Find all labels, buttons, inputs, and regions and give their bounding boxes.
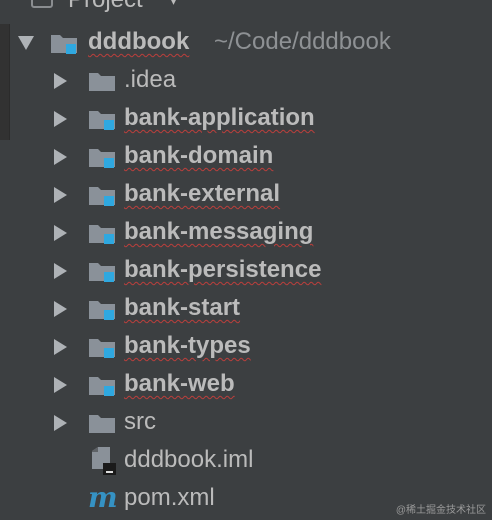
tree-item-bank-domain[interactable]: bank-domain [0, 137, 492, 175]
expanded-arrow-icon[interactable] [18, 36, 34, 50]
tree-item-bank-start[interactable]: bank-start [0, 289, 492, 327]
collapsed-arrow-icon[interactable] [54, 339, 67, 355]
maven-icon: m [88, 481, 118, 514]
tree-item-bank-types[interactable]: bank-types [0, 327, 492, 365]
tree-file-label[interactable]: pom.xml [124, 483, 215, 513]
module-folder-icon [89, 149, 115, 168]
chevron-down-icon[interactable]: ▾ [170, 0, 177, 9]
module-folder-icon [89, 301, 115, 320]
tree-item-label[interactable]: bank-domain [124, 141, 273, 171]
tree-file-iml[interactable]: dddbook.iml [0, 441, 492, 479]
tree-root-label[interactable]: dddbook [88, 27, 189, 57]
collapsed-arrow-icon[interactable] [54, 263, 67, 279]
module-folder-icon [89, 225, 115, 244]
tree-root-path: ~/Code/dddbook [214, 28, 391, 55]
tree-item-src[interactable]: src [0, 403, 492, 441]
tree-item-bank-external[interactable]: bank-external [0, 175, 492, 213]
collapsed-arrow-icon[interactable] [54, 73, 67, 89]
collapsed-arrow-icon[interactable] [54, 415, 67, 431]
collapsed-arrow-icon[interactable] [54, 149, 67, 165]
tree-root-row[interactable]: dddbook ~/Code/dddbook [0, 23, 492, 61]
tree-item-idea[interactable]: .idea [0, 61, 492, 99]
tree-item-bank-persistence[interactable]: bank-persistence [0, 251, 492, 289]
module-folder-icon [89, 187, 115, 206]
tree-item-label[interactable]: .idea [124, 65, 176, 95]
tree-item-label[interactable]: bank-web [124, 369, 235, 399]
tree-item-label[interactable]: bank-types [124, 331, 251, 361]
module-folder-icon [51, 35, 77, 54]
module-folder-icon [89, 377, 115, 396]
project-tool-window-header: Project ▾ [0, 0, 492, 24]
project-tree: dddbook ~/Code/dddbook .idea bank-applic… [0, 23, 492, 517]
folder-icon [89, 73, 115, 91]
collapsed-arrow-icon[interactable] [54, 187, 67, 203]
tree-item-bank-messaging[interactable]: bank-messaging [0, 213, 492, 251]
tree-item-label[interactable]: bank-application [124, 103, 315, 133]
module-folder-icon [89, 111, 115, 130]
tree-item-label[interactable]: bank-messaging [124, 217, 313, 247]
tree-item-bank-application[interactable]: bank-application [0, 99, 492, 137]
tree-item-label[interactable]: src [124, 407, 156, 437]
tree-item-label[interactable]: bank-start [124, 293, 240, 323]
project-view-title[interactable]: Project [68, 0, 143, 14]
project-view-icon [31, 0, 53, 8]
folder-icon [89, 415, 115, 433]
tree-item-label[interactable]: bank-persistence [124, 255, 321, 285]
watermark: @稀土掘金技术社区 [395, 505, 486, 516]
collapsed-arrow-icon[interactable] [54, 301, 67, 317]
iml-file-icon [92, 447, 116, 475]
collapsed-arrow-icon[interactable] [54, 225, 67, 241]
module-folder-icon [89, 339, 115, 358]
tree-item-bank-web[interactable]: bank-web [0, 365, 492, 403]
module-folder-icon [89, 263, 115, 282]
collapsed-arrow-icon[interactable] [54, 377, 67, 393]
tree-file-label[interactable]: dddbook.iml [124, 445, 253, 475]
tree-item-label[interactable]: bank-external [124, 179, 280, 209]
collapsed-arrow-icon[interactable] [54, 111, 67, 127]
